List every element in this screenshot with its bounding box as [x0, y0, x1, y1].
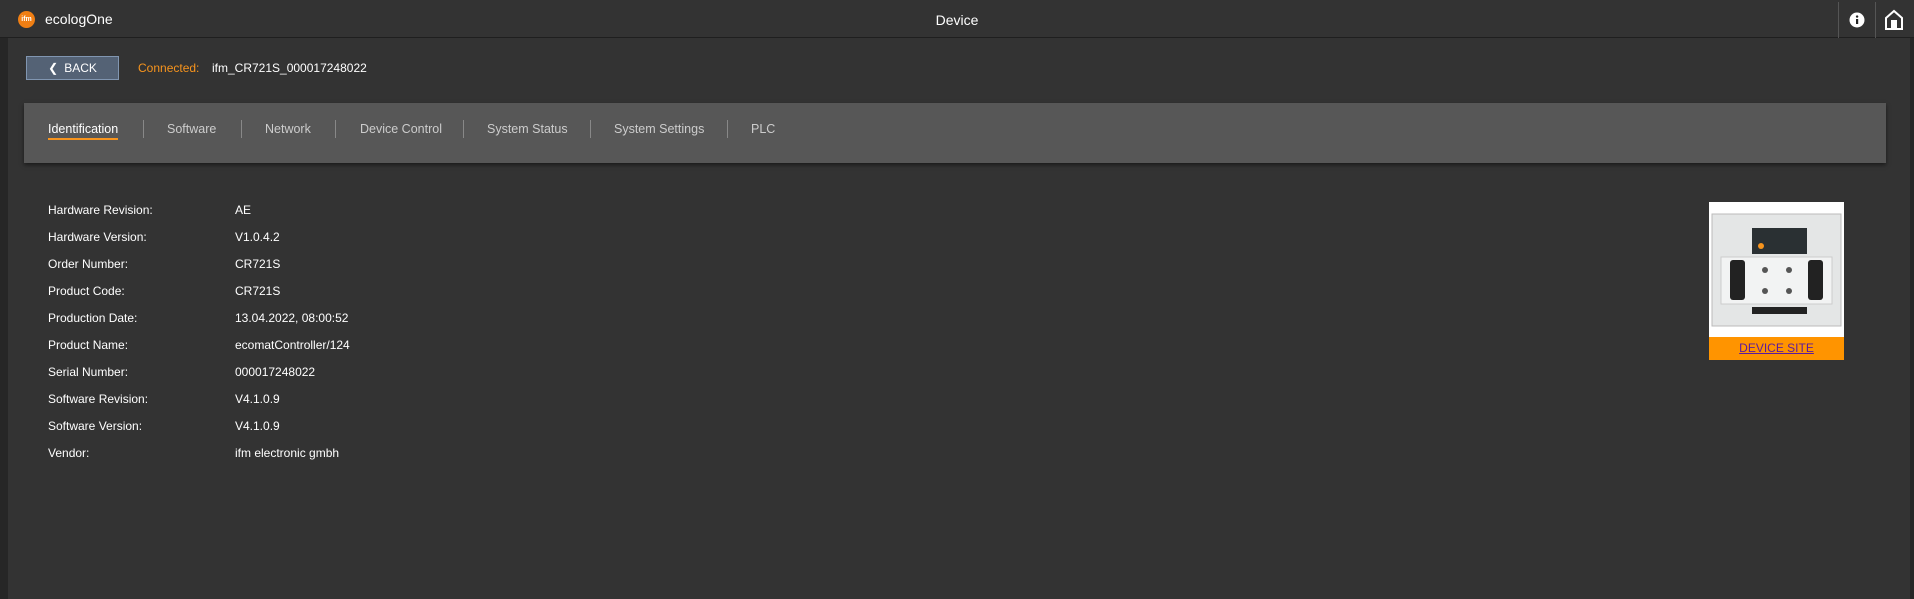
info-label: Product Code:: [48, 284, 125, 298]
back-label: BACK: [64, 61, 97, 75]
page-title: Device: [0, 12, 1914, 28]
home-button[interactable]: [1875, 2, 1912, 38]
tab-divider: [241, 120, 242, 138]
info-label: Production Date:: [48, 311, 137, 325]
tab-software[interactable]: Software: [167, 122, 216, 136]
info-value: 000017248022: [235, 365, 315, 379]
tab-system-status[interactable]: System Status: [487, 122, 568, 136]
info-label: Serial Number:: [48, 365, 128, 379]
info-label: Software Revision:: [48, 392, 148, 406]
info-label: Software Version:: [48, 419, 142, 433]
connected-device: ifm_CR721S_000017248022: [212, 61, 367, 75]
chevron-left-icon: ❮: [48, 61, 58, 75]
tab-device-control[interactable]: Device Control: [360, 122, 442, 136]
info-label: Vendor:: [48, 446, 89, 460]
tab-divider: [590, 120, 591, 138]
info-value: 13.04.2022, 08:00:52: [235, 311, 348, 325]
back-button[interactable]: ❮ BACK: [26, 56, 119, 80]
tab-divider: [335, 120, 336, 138]
device-site-link[interactable]: DEVICE SITE: [1709, 337, 1844, 360]
info-value: CR721S: [235, 257, 280, 271]
info-value: V4.1.0.9: [235, 419, 280, 433]
info-label: Product Name:: [48, 338, 128, 352]
info-value: AE: [235, 203, 251, 217]
home-icon: [1884, 9, 1904, 31]
tab-system-settings[interactable]: System Settings: [614, 122, 704, 136]
tab-divider: [463, 120, 464, 138]
tab-bar: Identification Software Network Device C…: [24, 103, 1886, 163]
tab-identification[interactable]: Identification: [48, 122, 118, 140]
info-value: CR721S: [235, 284, 280, 298]
device-image: [1709, 202, 1844, 337]
info-label: Order Number:: [48, 257, 128, 271]
app-frame: [8, 0, 1910, 599]
info-value: V1.0.4.2: [235, 230, 280, 244]
info-value: ecomatController/124: [235, 338, 350, 352]
info-label: Hardware Version:: [48, 230, 147, 244]
connected-label: Connected:: [138, 61, 199, 75]
info-label: Hardware Revision:: [48, 203, 153, 217]
info-button[interactable]: [1838, 2, 1875, 38]
info-value: V4.1.0.9: [235, 392, 280, 406]
tab-network[interactable]: Network: [265, 122, 311, 136]
top-bar: ifm ecologOne Device: [0, 0, 1914, 38]
info-value: ifm electronic gmbh: [235, 446, 339, 460]
tab-divider: [143, 120, 144, 138]
tab-divider: [727, 120, 728, 138]
info-icon: [1849, 12, 1865, 28]
tab-plc[interactable]: PLC: [751, 122, 775, 136]
